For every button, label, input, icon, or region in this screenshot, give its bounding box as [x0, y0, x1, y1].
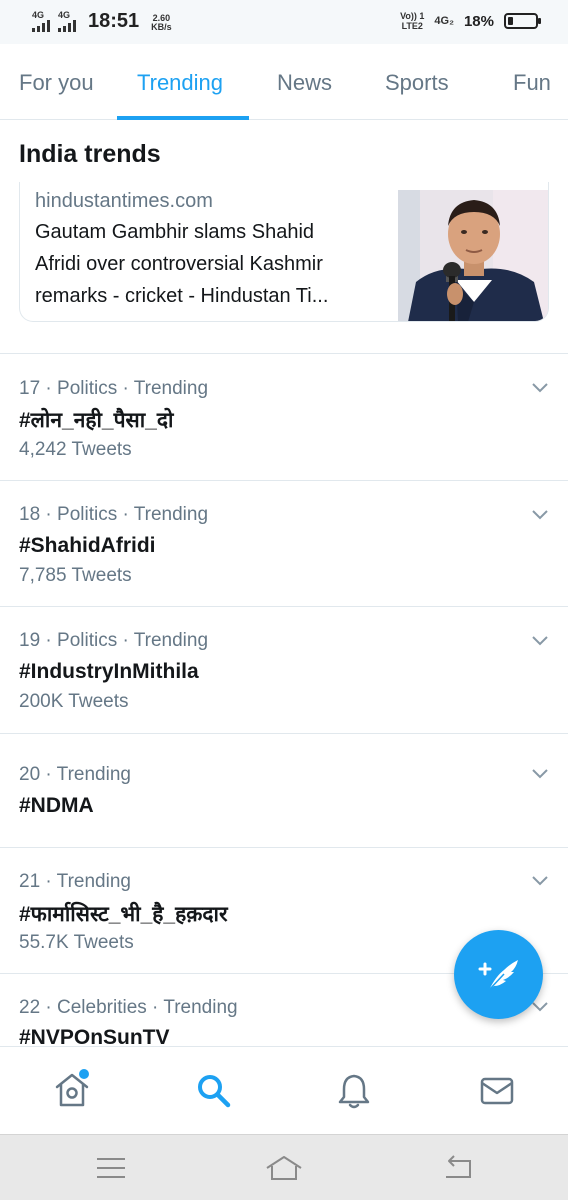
status-bar: 4G 4G 18:51 2.60 KB/s Vo)) 1 LTE2 4G₂ 18…	[0, 0, 568, 44]
sim2-network-label: 4G	[58, 10, 71, 20]
battery-icon	[504, 13, 541, 29]
trend-meta: 17 · Politics · Trending	[19, 378, 209, 399]
trend-meta: 18 · Politics · Trending	[19, 504, 209, 525]
trend-tweet-count: 55.7K Tweets	[19, 932, 134, 953]
chevron-down-icon[interactable]	[532, 876, 548, 886]
compose-tweet-button[interactable]	[454, 930, 543, 1019]
menu-icon	[97, 1158, 125, 1178]
section-title: India trends	[19, 140, 161, 168]
trend-item[interactable]: 19 · Politics · Trending #IndustryInMith…	[0, 606, 568, 733]
trend-hashtag: #फार्मासिस्ट_भी_है_हक़दार	[19, 903, 228, 926]
sim1-network-label: 4G	[32, 10, 45, 20]
tab-trending[interactable]: Trending	[137, 70, 223, 96]
tab-sports[interactable]: Sports	[385, 70, 449, 96]
trend-hashtag: #NVPOnSunTV	[19, 1026, 170, 1046]
trend-meta: 22 · Celebrities · Trending	[19, 997, 238, 1018]
active-tab-indicator	[117, 116, 249, 120]
news-headline-line: Afridi over controversial Kashmir	[35, 253, 323, 275]
tab-fun[interactable]: Fun	[513, 70, 551, 96]
nav-messages-button[interactable]	[479, 1072, 515, 1115]
signal-sim2-icon: 4G	[58, 11, 76, 32]
system-navigation-bar	[0, 1134, 568, 1200]
explore-tabs: For you Trending News Sports Fun	[0, 44, 568, 120]
back-icon	[446, 1155, 471, 1178]
home-outline-icon	[266, 1156, 302, 1180]
mail-icon	[480, 1077, 514, 1105]
trend-meta: 21 · Trending	[19, 871, 131, 892]
trend-meta: 20 · Trending	[19, 764, 131, 785]
compose-tweet-icon	[478, 960, 518, 991]
system-home-button[interactable]	[265, 1155, 303, 1186]
network-speed: 2.60 KB/s	[151, 14, 172, 32]
trend-hashtag: #ShahidAfridi	[19, 534, 156, 557]
trend-tweet-count: 4,242 Tweets	[19, 439, 132, 460]
bell-icon	[338, 1074, 370, 1109]
news-headline-line: Gautam Gambhir slams Shahid	[35, 221, 315, 243]
trend-item[interactable]: 20 · Trending #NDMA	[0, 733, 568, 847]
home-icon	[55, 1069, 89, 1107]
trend-hashtag: #NDMA	[19, 794, 94, 817]
nav-notifications-button[interactable]	[336, 1072, 372, 1115]
news-thumbnail	[398, 190, 548, 321]
nav-search-button[interactable]	[195, 1072, 233, 1115]
battery-percent: 18%	[463, 12, 494, 30]
notification-dot	[79, 1069, 89, 1079]
trend-tweet-count: 200K Tweets	[19, 691, 129, 712]
clock: 18:51	[88, 10, 140, 32]
volte-indicator: Vo)) 1 LTE2	[400, 11, 424, 31]
system-back-button[interactable]	[442, 1155, 472, 1186]
search-icon	[198, 1075, 231, 1108]
chevron-down-icon[interactable]	[532, 636, 548, 646]
speed-unit: KB/s	[151, 22, 172, 32]
trend-meta: 19 · Politics · Trending	[19, 630, 209, 651]
news-card[interactable]: hindustantimes.com Gautam Gambhir slams …	[19, 182, 549, 322]
signal-sim1-icon: 4G	[32, 11, 50, 32]
volte-line2: LTE2	[401, 21, 423, 31]
news-headline-line: remarks - cricket - Hindustan Ti...	[35, 285, 329, 307]
tab-for-you[interactable]: For you	[19, 70, 94, 96]
network-type-label: 4G₂	[434, 15, 454, 27]
trend-tweet-count: 7,785 Tweets	[19, 565, 132, 586]
news-source: hindustantimes.com	[35, 190, 213, 212]
nav-home-button[interactable]	[52, 1069, 92, 1114]
trend-item[interactable]: 17 · Politics · Trending #लोन_नही_पैसा_द…	[0, 353, 568, 480]
volte-line1: Vo)) 1	[400, 11, 425, 21]
chevron-down-icon[interactable]	[532, 383, 548, 393]
chevron-down-icon[interactable]	[532, 510, 548, 520]
tab-news[interactable]: News	[277, 70, 332, 96]
trend-item[interactable]: 18 · Politics · Trending #ShahidAfridi 7…	[0, 480, 568, 606]
system-menu-button[interactable]	[96, 1155, 126, 1186]
trend-hashtag: #IndustryInMithila	[19, 660, 199, 683]
bottom-navigation	[0, 1046, 568, 1134]
chevron-down-icon[interactable]	[532, 769, 548, 779]
trend-hashtag: #लोन_नही_पैसा_दो	[19, 409, 174, 432]
